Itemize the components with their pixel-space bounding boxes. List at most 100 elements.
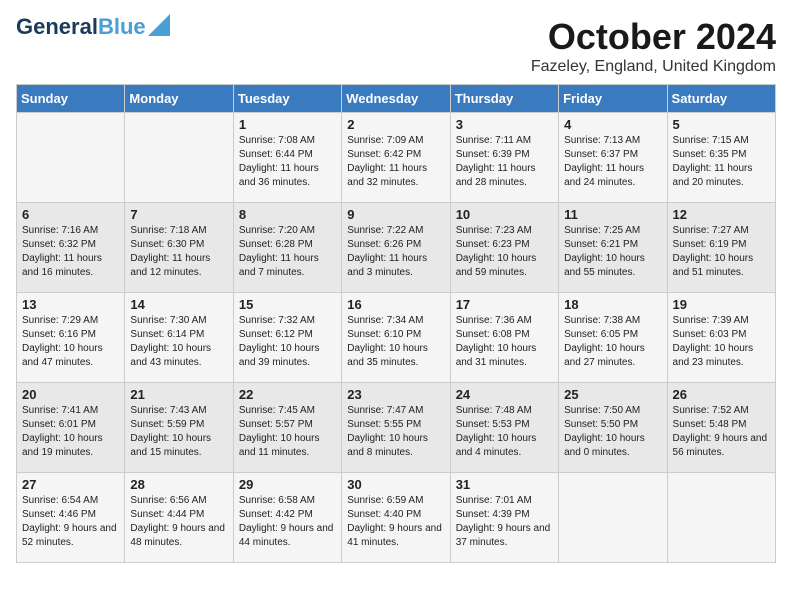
- cell-details: Sunrise: 7:45 AMSunset: 5:57 PMDaylight:…: [239, 405, 320, 458]
- calendar-cell: 23Sunrise: 7:47 AMSunset: 5:55 PMDayligh…: [342, 383, 450, 473]
- calendar-cell: 30 Sunrise: 6:59 AMSunset: 4:40 PMDayligh…: [342, 473, 450, 563]
- calendar-cell: [17, 113, 125, 203]
- cell-details: Sunrise: 7:18 AMSunset: 6:30 PMDaylight:…: [130, 225, 210, 278]
- cell-details: Sunrise: 6:54 AMSunset: 4:46 PMDaylight:…: [22, 495, 117, 548]
- calendar-cell: 2 Sunrise: 7:09 AMSunset: 6:42 PMDaylight…: [342, 113, 450, 203]
- calendar-cell: 3Sunrise: 7:11 AMSunset: 6:39 PMDaylight…: [450, 113, 558, 203]
- day-number: 29: [239, 477, 336, 492]
- day-number: 28: [130, 477, 227, 492]
- calendar-cell: 21 Sunrise: 7:43 AMSunset: 5:59 PMDayligh…: [125, 383, 233, 473]
- calendar-cell: 24 Sunrise: 7:48 AMSunset: 5:53 PMDayligh…: [450, 383, 558, 473]
- day-number: 24: [456, 387, 553, 402]
- day-number: 3: [456, 117, 553, 132]
- cell-details: Sunrise: 7:20 AMSunset: 6:28 PMDaylight:…: [239, 225, 319, 278]
- cell-details: Sunrise: 7:15 AMSunset: 6:35 PMDaylight:…: [673, 135, 753, 188]
- cell-details: Sunrise: 7:34 AMSunset: 6:10 PMDaylight:…: [347, 315, 428, 368]
- day-number: 16: [347, 297, 444, 312]
- calendar-week-2: 6 Sunrise: 7:16 AMSunset: 6:32 PMDaylight…: [17, 203, 776, 293]
- calendar-cell: 16 Sunrise: 7:34 AMSunset: 6:10 PMDayligh…: [342, 293, 450, 383]
- calendar-week-3: 13Sunrise: 7:29 AMSunset: 6:16 PMDayligh…: [17, 293, 776, 383]
- day-number: 10: [456, 207, 553, 222]
- calendar-body: 1Sunrise: 7:08 AMSunset: 6:44 PMDaylight…: [17, 113, 776, 563]
- day-number: 11: [564, 207, 661, 222]
- calendar-cell: 27 Sunrise: 6:54 AMSunset: 4:46 PMDayligh…: [17, 473, 125, 563]
- cell-details: Sunrise: 7:43 AMSunset: 5:59 PMDaylight:…: [130, 405, 211, 458]
- day-header-friday: Friday: [559, 85, 667, 113]
- day-number: 5: [673, 117, 770, 132]
- cell-details: Sunrise: 7:23 AMSunset: 6:23 PMDaylight:…: [456, 225, 537, 278]
- cell-details: Sunrise: 7:25 AMSunset: 6:21 PMDaylight:…: [564, 225, 645, 278]
- cell-details: Sunrise: 7:38 AMSunset: 6:05 PMDaylight:…: [564, 315, 645, 368]
- calendar-cell: 22 Sunrise: 7:45 AMSunset: 5:57 PMDayligh…: [233, 383, 341, 473]
- calendar-cell: 4Sunrise: 7:13 AMSunset: 6:37 PMDaylight…: [559, 113, 667, 203]
- cell-details: Sunrise: 7:16 AMSunset: 6:32 PMDaylight:…: [22, 225, 102, 278]
- calendar-week-4: 20 Sunrise: 7:41 AMSunset: 6:01 PMDayligh…: [17, 383, 776, 473]
- calendar-cell: 26Sunrise: 7:52 AMSunset: 5:48 PMDayligh…: [667, 383, 775, 473]
- logo-icon: [148, 14, 170, 36]
- day-number: 17: [456, 297, 553, 312]
- calendar-cell: 8 Sunrise: 7:20 AMSunset: 6:28 PMDaylight…: [233, 203, 341, 293]
- cell-details: Sunrise: 6:56 AMSunset: 4:44 PMDaylight:…: [130, 495, 225, 548]
- day-header-tuesday: Tuesday: [233, 85, 341, 113]
- day-number: 21: [130, 387, 227, 402]
- day-number: 19: [673, 297, 770, 312]
- calendar-cell: 11 Sunrise: 7:25 AMSunset: 6:21 PMDayligh…: [559, 203, 667, 293]
- day-number: 22: [239, 387, 336, 402]
- calendar-cell: 9Sunrise: 7:22 AMSunset: 6:26 PMDaylight…: [342, 203, 450, 293]
- day-number: 25: [564, 387, 661, 402]
- day-header-saturday: Saturday: [667, 85, 775, 113]
- calendar-week-5: 27 Sunrise: 6:54 AMSunset: 4:46 PMDayligh…: [17, 473, 776, 563]
- day-number: 12: [673, 207, 770, 222]
- calendar-cell: 5 Sunrise: 7:15 AMSunset: 6:35 PMDaylight…: [667, 113, 775, 203]
- calendar-cell: [125, 113, 233, 203]
- day-number: 27: [22, 477, 119, 492]
- calendar-cell: 1Sunrise: 7:08 AMSunset: 6:44 PMDaylight…: [233, 113, 341, 203]
- cell-details: Sunrise: 7:01 AMSunset: 4:39 PMDaylight:…: [456, 495, 551, 548]
- cell-details: Sunrise: 7:48 AMSunset: 5:53 PMDaylight:…: [456, 405, 537, 458]
- calendar-cell: 10 Sunrise: 7:23 AMSunset: 6:23 PMDayligh…: [450, 203, 558, 293]
- day-header-wednesday: Wednesday: [342, 85, 450, 113]
- calendar-cell: 31 Sunrise: 7:01 AMSunset: 4:39 PMDayligh…: [450, 473, 558, 563]
- cell-details: Sunrise: 7:47 AMSunset: 5:55 PMDaylight:…: [347, 405, 428, 458]
- calendar-cell: 19 Sunrise: 7:39 AMSunset: 6:03 PMDayligh…: [667, 293, 775, 383]
- calendar-cell: 25 Sunrise: 7:50 AMSunset: 5:50 PMDayligh…: [559, 383, 667, 473]
- month-title: October 2024: [531, 16, 776, 58]
- day-number: 26: [673, 387, 770, 402]
- calendar-cell: 13Sunrise: 7:29 AMSunset: 6:16 PMDayligh…: [17, 293, 125, 383]
- cell-details: Sunrise: 7:50 AMSunset: 5:50 PMDaylight:…: [564, 405, 645, 458]
- calendar-cell: [667, 473, 775, 563]
- day-header-thursday: Thursday: [450, 85, 558, 113]
- day-number: 30: [347, 477, 444, 492]
- day-number: 6: [22, 207, 119, 222]
- day-number: 8: [239, 207, 336, 222]
- cell-details: Sunrise: 7:09 AMSunset: 6:42 PMDaylight:…: [347, 135, 427, 188]
- cell-details: Sunrise: 7:30 AMSunset: 6:14 PMDaylight:…: [130, 315, 211, 368]
- day-number: 2: [347, 117, 444, 132]
- day-number: 20: [22, 387, 119, 402]
- cell-details: Sunrise: 6:59 AMSunset: 4:40 PMDaylight:…: [347, 495, 442, 548]
- calendar-week-1: 1Sunrise: 7:08 AMSunset: 6:44 PMDaylight…: [17, 113, 776, 203]
- cell-details: Sunrise: 7:39 AMSunset: 6:03 PMDaylight:…: [673, 315, 754, 368]
- day-number: 7: [130, 207, 227, 222]
- calendar-cell: 12 Sunrise: 7:27 AMSunset: 6:19 PMDayligh…: [667, 203, 775, 293]
- calendar-header-row: SundayMondayTuesdayWednesdayThursdayFrid…: [17, 85, 776, 113]
- calendar-cell: 6 Sunrise: 7:16 AMSunset: 6:32 PMDaylight…: [17, 203, 125, 293]
- logo: GeneralBlue: [16, 16, 170, 38]
- calendar-cell: 18 Sunrise: 7:38 AMSunset: 6:05 PMDayligh…: [559, 293, 667, 383]
- calendar-cell: [559, 473, 667, 563]
- page-header: GeneralBlue October 2024 Fazeley, Englan…: [16, 16, 776, 76]
- calendar-cell: 20 Sunrise: 7:41 AMSunset: 6:01 PMDayligh…: [17, 383, 125, 473]
- calendar-table: SundayMondayTuesdayWednesdayThursdayFrid…: [16, 84, 776, 563]
- day-number: 1: [239, 117, 336, 132]
- cell-details: Sunrise: 7:32 AMSunset: 6:12 PMDaylight:…: [239, 315, 320, 368]
- cell-details: Sunrise: 6:58 AMSunset: 4:42 PMDaylight:…: [239, 495, 334, 548]
- day-number: 31: [456, 477, 553, 492]
- location: Fazeley, England, United Kingdom: [531, 58, 776, 76]
- logo-text: GeneralBlue: [16, 16, 146, 38]
- day-number: 13: [22, 297, 119, 312]
- cell-details: Sunrise: 7:27 AMSunset: 6:19 PMDaylight:…: [673, 225, 754, 278]
- cell-details: Sunrise: 7:41 AMSunset: 6:01 PMDaylight:…: [22, 405, 103, 458]
- calendar-cell: 28 Sunrise: 6:56 AMSunset: 4:44 PMDayligh…: [125, 473, 233, 563]
- day-header-sunday: Sunday: [17, 85, 125, 113]
- day-number: 18: [564, 297, 661, 312]
